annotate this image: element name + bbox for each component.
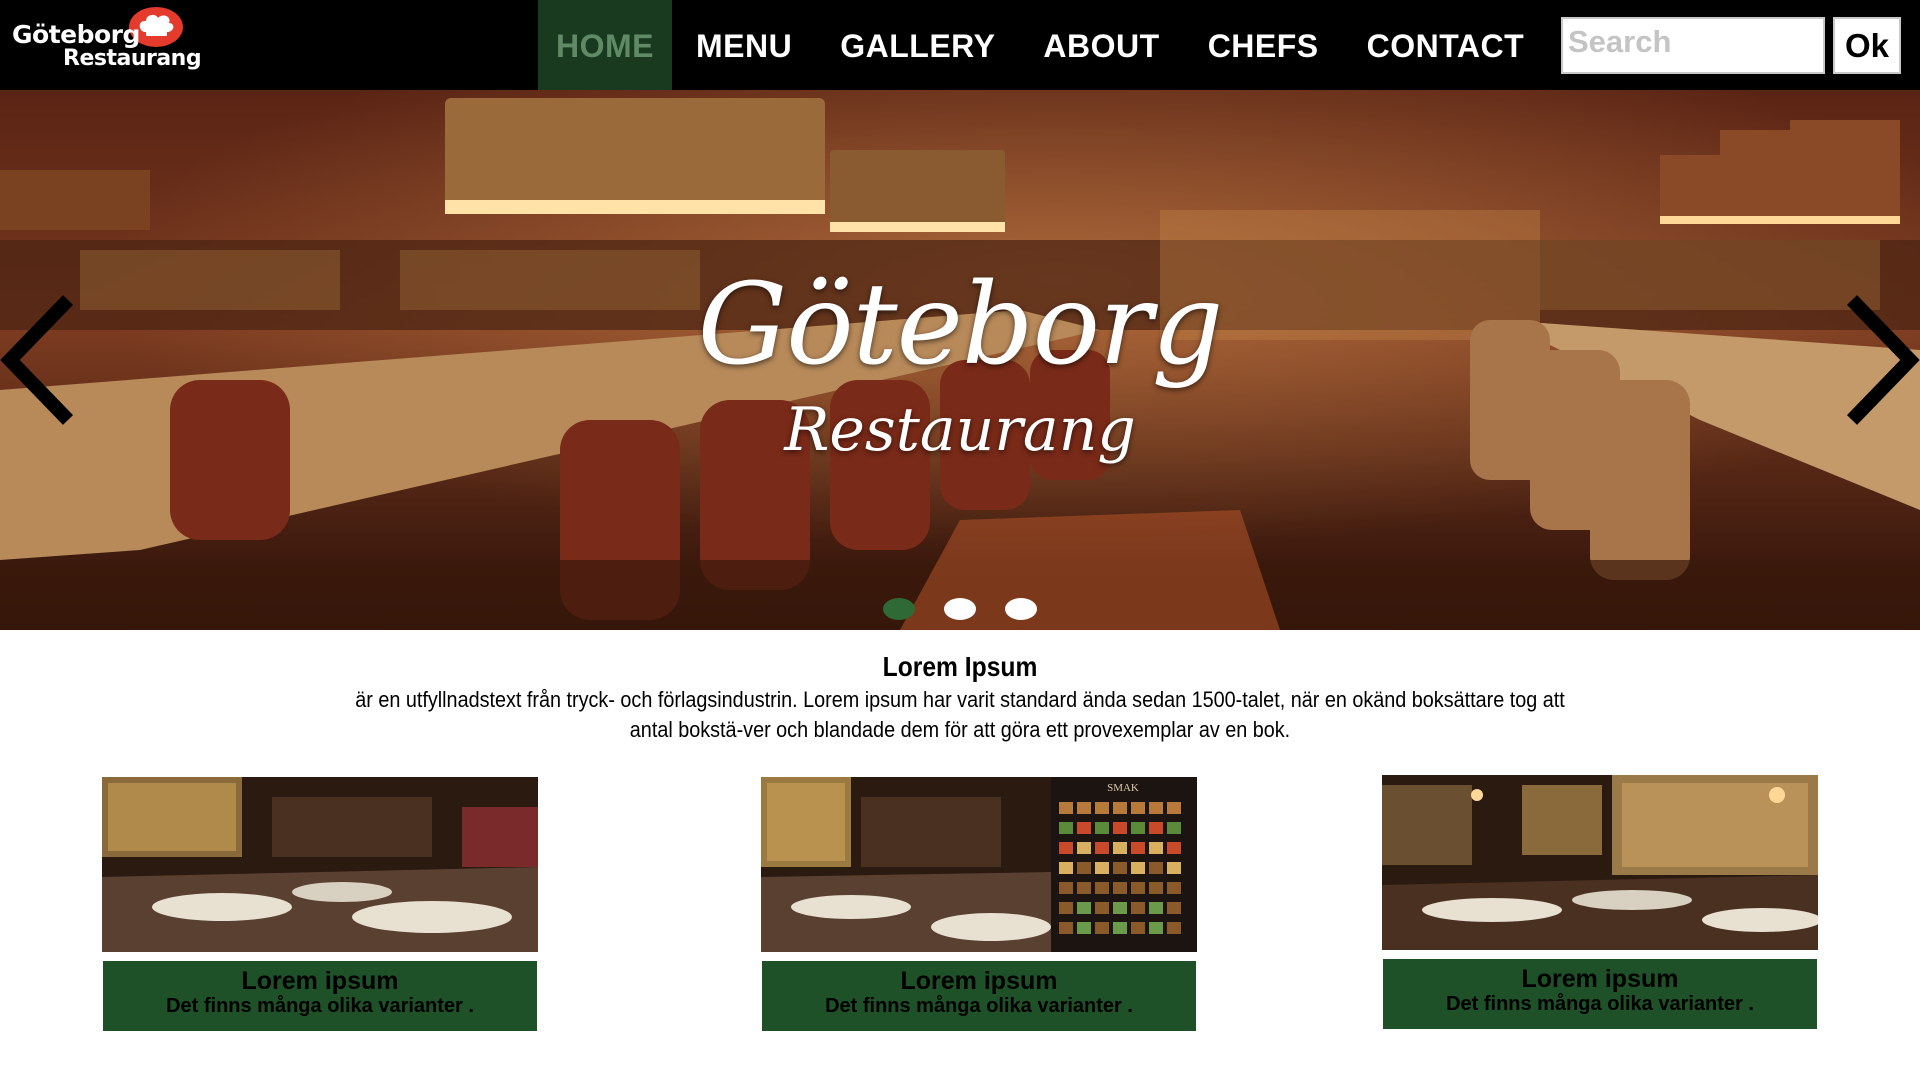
chevron-left-icon[interactable] (0, 290, 80, 430)
site-logo[interactable]: Göteborg Restaurang (8, 4, 208, 84)
card-text: Det finns många olika varianter . (166, 995, 474, 1017)
card-text: Det finns många olika varianter . (825, 995, 1133, 1017)
card-image (1382, 775, 1822, 950)
nav-home[interactable]: HOME (538, 0, 672, 90)
feature-card[interactable]: Lorem ipsum Det finns många olika varian… (1382, 775, 1822, 1030)
nav-about[interactable]: ABOUT (1019, 0, 1183, 90)
chevron-right-icon[interactable] (1840, 290, 1920, 430)
card-caption: Lorem ipsum Det finns många olika varian… (102, 960, 538, 1032)
feature-card[interactable]: Lorem ipsum Det finns många olika varian… (102, 777, 538, 1032)
nav-gallery[interactable]: GALLERY (816, 0, 1019, 90)
hero-subtitle: Restaurang (784, 395, 1136, 465)
card-title: Lorem ipsum (241, 967, 399, 995)
logo-text-line1: Göteborg (12, 20, 140, 49)
card-image (102, 777, 538, 952)
hero-slider: Göteborg Restaurang (0, 90, 1920, 630)
card-text: Det finns många olika varianter . (1446, 993, 1754, 1015)
nav-contact[interactable]: CONTACT (1343, 0, 1549, 90)
feature-card[interactable]: SMAK Lorem ipsum Det finns många olika v… (761, 777, 1197, 1032)
slide-dot-2[interactable] (944, 598, 976, 620)
slider-dots (0, 598, 1920, 620)
logo-text-line2: Restaurang (63, 46, 202, 71)
hero-title: Göteborg (697, 260, 1224, 390)
intro-title: Lorem Ipsum (882, 651, 1038, 682)
search-input[interactable] (1561, 17, 1825, 74)
card-caption: Lorem ipsum Det finns många olika varian… (1382, 958, 1818, 1030)
card-title: Lorem ipsum (900, 967, 1058, 995)
search-ok-button[interactable]: Ok (1833, 17, 1901, 74)
nav-menu[interactable]: MENU (672, 0, 816, 90)
card-title: Lorem ipsum (1521, 965, 1679, 993)
card-image: SMAK (761, 777, 1197, 952)
slide-dot-1[interactable] (883, 598, 915, 620)
card-caption: Lorem ipsum Det finns många olika varian… (761, 960, 1197, 1032)
nav-chefs[interactable]: CHEFS (1184, 0, 1343, 90)
top-navbar: Göteborg Restaurang HOME MENU GALLERY AB… (0, 0, 1920, 90)
slide-dot-3[interactable] (1005, 598, 1037, 620)
intro-text: är en utfyllnadstext från tryck- och för… (355, 687, 1565, 742)
card-image-sign: SMAK (1107, 782, 1139, 794)
main-nav: HOME MENU GALLERY ABOUT CHEFS CONTACT (538, 0, 1548, 90)
